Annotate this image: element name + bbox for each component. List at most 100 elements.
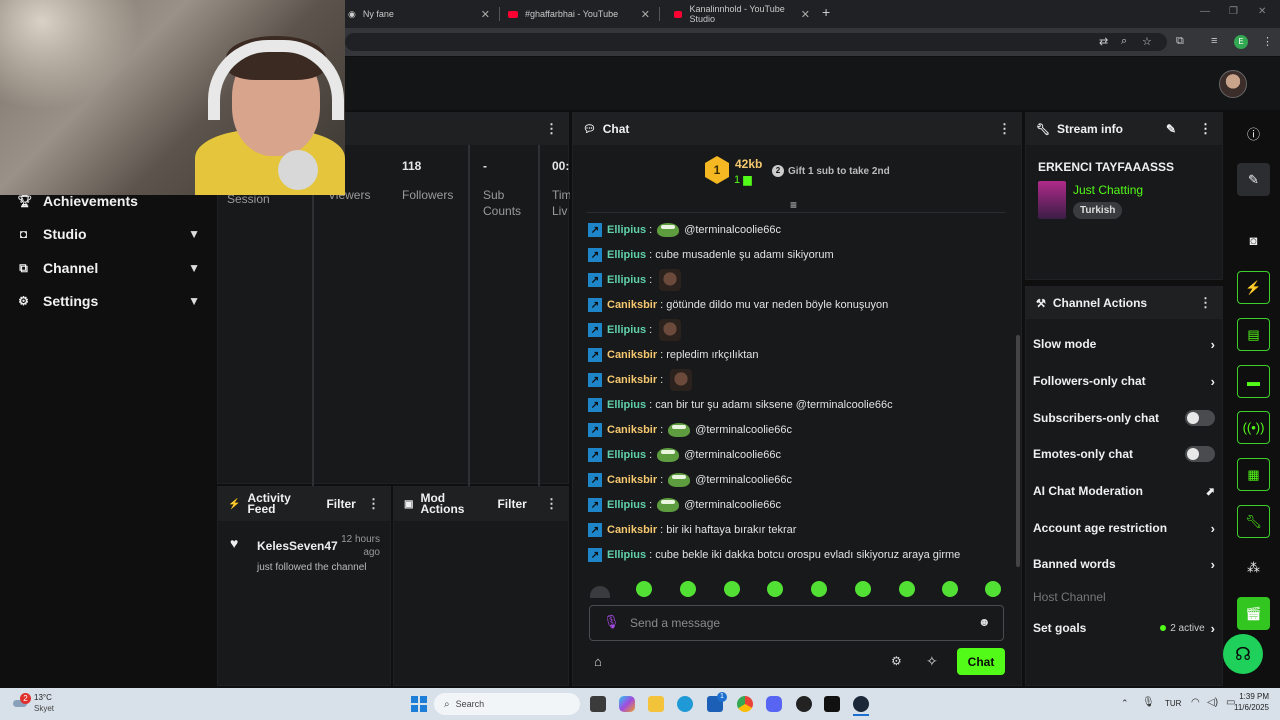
profile-avatar[interactable]: E	[1234, 35, 1248, 49]
kebab-menu-icon[interactable]: ⋮	[1199, 121, 1212, 137]
channel-action-row[interactable]: Banned words ›	[1033, 554, 1215, 574]
info-icon[interactable]: ⓘ	[1237, 117, 1270, 150]
kebab-menu-icon[interactable]: ⋮	[1199, 295, 1212, 311]
toggle-switch[interactable]	[1185, 446, 1215, 462]
sidebar-item-studio[interactable]: ◘ Studio ▼	[17, 222, 200, 246]
pinned-expand-icon[interactable]: ≡	[790, 198, 797, 212]
channel-action-row[interactable]: AI Chat Moderation ⬈	[1033, 481, 1215, 501]
store-icon[interactable]: ⌂	[594, 654, 602, 669]
quick-emote[interactable]	[724, 581, 740, 597]
leaderboard-name[interactable]: 42kb	[735, 157, 762, 171]
quick-emote[interactable]	[942, 581, 958, 597]
chevron-up-icon[interactable]: ⌃	[1121, 698, 1129, 709]
close-icon[interactable]: ✕	[801, 8, 810, 21]
taskbar-search[interactable]: ⌕ Search	[434, 693, 580, 715]
browser-tab[interactable]: #ghaffarbhai - YouTube ✕	[500, 2, 658, 26]
camera-icon[interactable]: ◙	[1237, 224, 1270, 257]
minimize-icon[interactable]: —	[1200, 6, 1210, 17]
quick-emote[interactable]	[767, 581, 783, 597]
maximize-icon[interactable]: ❐	[1229, 6, 1238, 17]
broadcast-icon[interactable]: ((•))	[1237, 411, 1270, 444]
quick-emote[interactable]	[899, 581, 915, 597]
filter-button[interactable]: Filter	[497, 497, 526, 511]
set-goals-row[interactable]: Set goals 2 active ›	[1033, 618, 1215, 638]
chat-username[interactable]: Caniksbir	[607, 524, 657, 536]
quick-emote[interactable]	[680, 581, 696, 597]
sidebar-item-settings[interactable]: ⚙ Settings ▼	[17, 289, 200, 313]
chat-username[interactable]: Ellipius	[607, 224, 646, 236]
input-language[interactable]: TUR	[1165, 699, 1181, 708]
wrench-icon[interactable]: 🔧︎	[1237, 505, 1270, 538]
copilot-icon[interactable]	[619, 696, 635, 712]
pencil-rail-icon[interactable]: ✎	[1237, 163, 1270, 196]
activity-user[interactable]: KelesSeven47	[257, 539, 338, 553]
weather-icon[interactable]: 2	[12, 693, 31, 709]
window-close-icon[interactable]: ✕	[1258, 6, 1266, 17]
chat-username[interactable]: Ellipius	[607, 399, 646, 411]
filter-button[interactable]: Filter	[326, 497, 355, 511]
chat-username[interactable]: Caniksbir	[607, 349, 657, 361]
pepe-emote[interactable]	[668, 423, 691, 437]
face-emote[interactable]	[659, 269, 682, 291]
send-chat-button[interactable]: Chat	[957, 648, 1005, 675]
chrome-icon[interactable]	[737, 696, 753, 712]
file-explorer-icon[interactable]	[648, 696, 664, 712]
chat-username[interactable]: Ellipius	[607, 549, 646, 561]
capcut-icon[interactable]	[824, 696, 840, 712]
chrome-menu-icon[interactable]: ⋮	[1262, 35, 1273, 48]
browser-tab[interactable]: Kanalinnhold - YouTube Studio ✕	[666, 2, 818, 26]
quick-emote[interactable]	[811, 581, 827, 597]
category-thumbnail[interactable]	[1038, 181, 1066, 219]
chat-username[interactable]: Caniksbir	[607, 424, 657, 436]
address-bar[interactable]	[345, 33, 1167, 51]
pepe-emote[interactable]	[657, 223, 680, 237]
chat-username[interactable]: Caniksbir	[607, 374, 657, 386]
toggle-switch[interactable]	[1185, 410, 1215, 426]
translate-icon[interactable]: ⇄	[1099, 35, 1108, 48]
channel-action-row[interactable]: Slow mode ›	[1033, 334, 1215, 354]
kebab-menu-icon[interactable]: ⋮	[545, 121, 558, 137]
zoom-icon[interactable]: ⌕	[1121, 35, 1127, 48]
edge-icon[interactable]	[677, 696, 693, 712]
channel-action-row[interactable]: Account age restriction ›	[1033, 518, 1215, 538]
chat-username[interactable]: Ellipius	[607, 499, 646, 511]
stream-category[interactable]: Just Chatting	[1073, 183, 1143, 197]
face-emote[interactable]	[670, 369, 693, 391]
steam-icon[interactable]	[853, 696, 869, 712]
wifi-icon[interactable]: ◠	[1191, 697, 1200, 708]
sidebar-item-channel[interactable]: ⧉ Channel ▼	[17, 256, 200, 280]
notes-icon[interactable]: ▤	[1237, 318, 1270, 351]
chat-bubble-icon[interactable]: ▬	[1237, 365, 1270, 398]
chat-username[interactable]: Caniksbir	[607, 299, 657, 311]
quick-emote[interactable]	[985, 581, 1001, 597]
close-icon[interactable]: ✕	[641, 8, 650, 21]
apps-icon[interactable]: ⁂	[1237, 551, 1270, 584]
chat-username[interactable]: Ellipius	[607, 249, 646, 261]
kebab-menu-icon[interactable]: ⋮	[367, 496, 380, 512]
chat-username[interactable]: Ellipius	[607, 324, 646, 336]
lightning-icon[interactable]: ⚡	[1237, 271, 1270, 304]
microphone-icon[interactable]: 🎙︎	[603, 614, 620, 630]
support-headset-button[interactable]: ☊	[1223, 634, 1263, 674]
bookmark-star-icon[interactable]: ☆	[1142, 35, 1152, 48]
avatar[interactable]	[1219, 70, 1247, 98]
pencil-icon[interactable]: ✎	[1166, 122, 1176, 136]
emoji-icon[interactable]: ☻	[978, 615, 991, 629]
gear-icon[interactable]: ⚙	[891, 654, 902, 668]
close-icon[interactable]: ✕	[481, 8, 490, 21]
pepe-emote[interactable]	[657, 448, 680, 462]
browser-tab[interactable]: ◉ Ny fane ✕	[340, 2, 498, 26]
mod-view-icon[interactable]: ▦	[1237, 458, 1270, 491]
app-icon[interactable]	[796, 696, 812, 712]
chat-username[interactable]: Ellipius	[607, 274, 646, 286]
chat-scrollbar[interactable]	[1016, 335, 1020, 567]
chat-username[interactable]: Ellipius	[607, 449, 646, 461]
pepe-emote[interactable]	[657, 498, 680, 512]
channel-action-row[interactable]: Followers-only chat ›	[1033, 371, 1215, 391]
tag-chip[interactable]: Turkish	[1073, 202, 1123, 219]
quick-emote[interactable]	[636, 581, 652, 597]
kebab-menu-icon[interactable]: ⋮	[998, 121, 1011, 137]
windows-start-icon[interactable]	[411, 696, 427, 712]
gift-sub-icon[interactable]: ✧	[926, 653, 938, 670]
pepe-emote[interactable]	[668, 473, 691, 487]
